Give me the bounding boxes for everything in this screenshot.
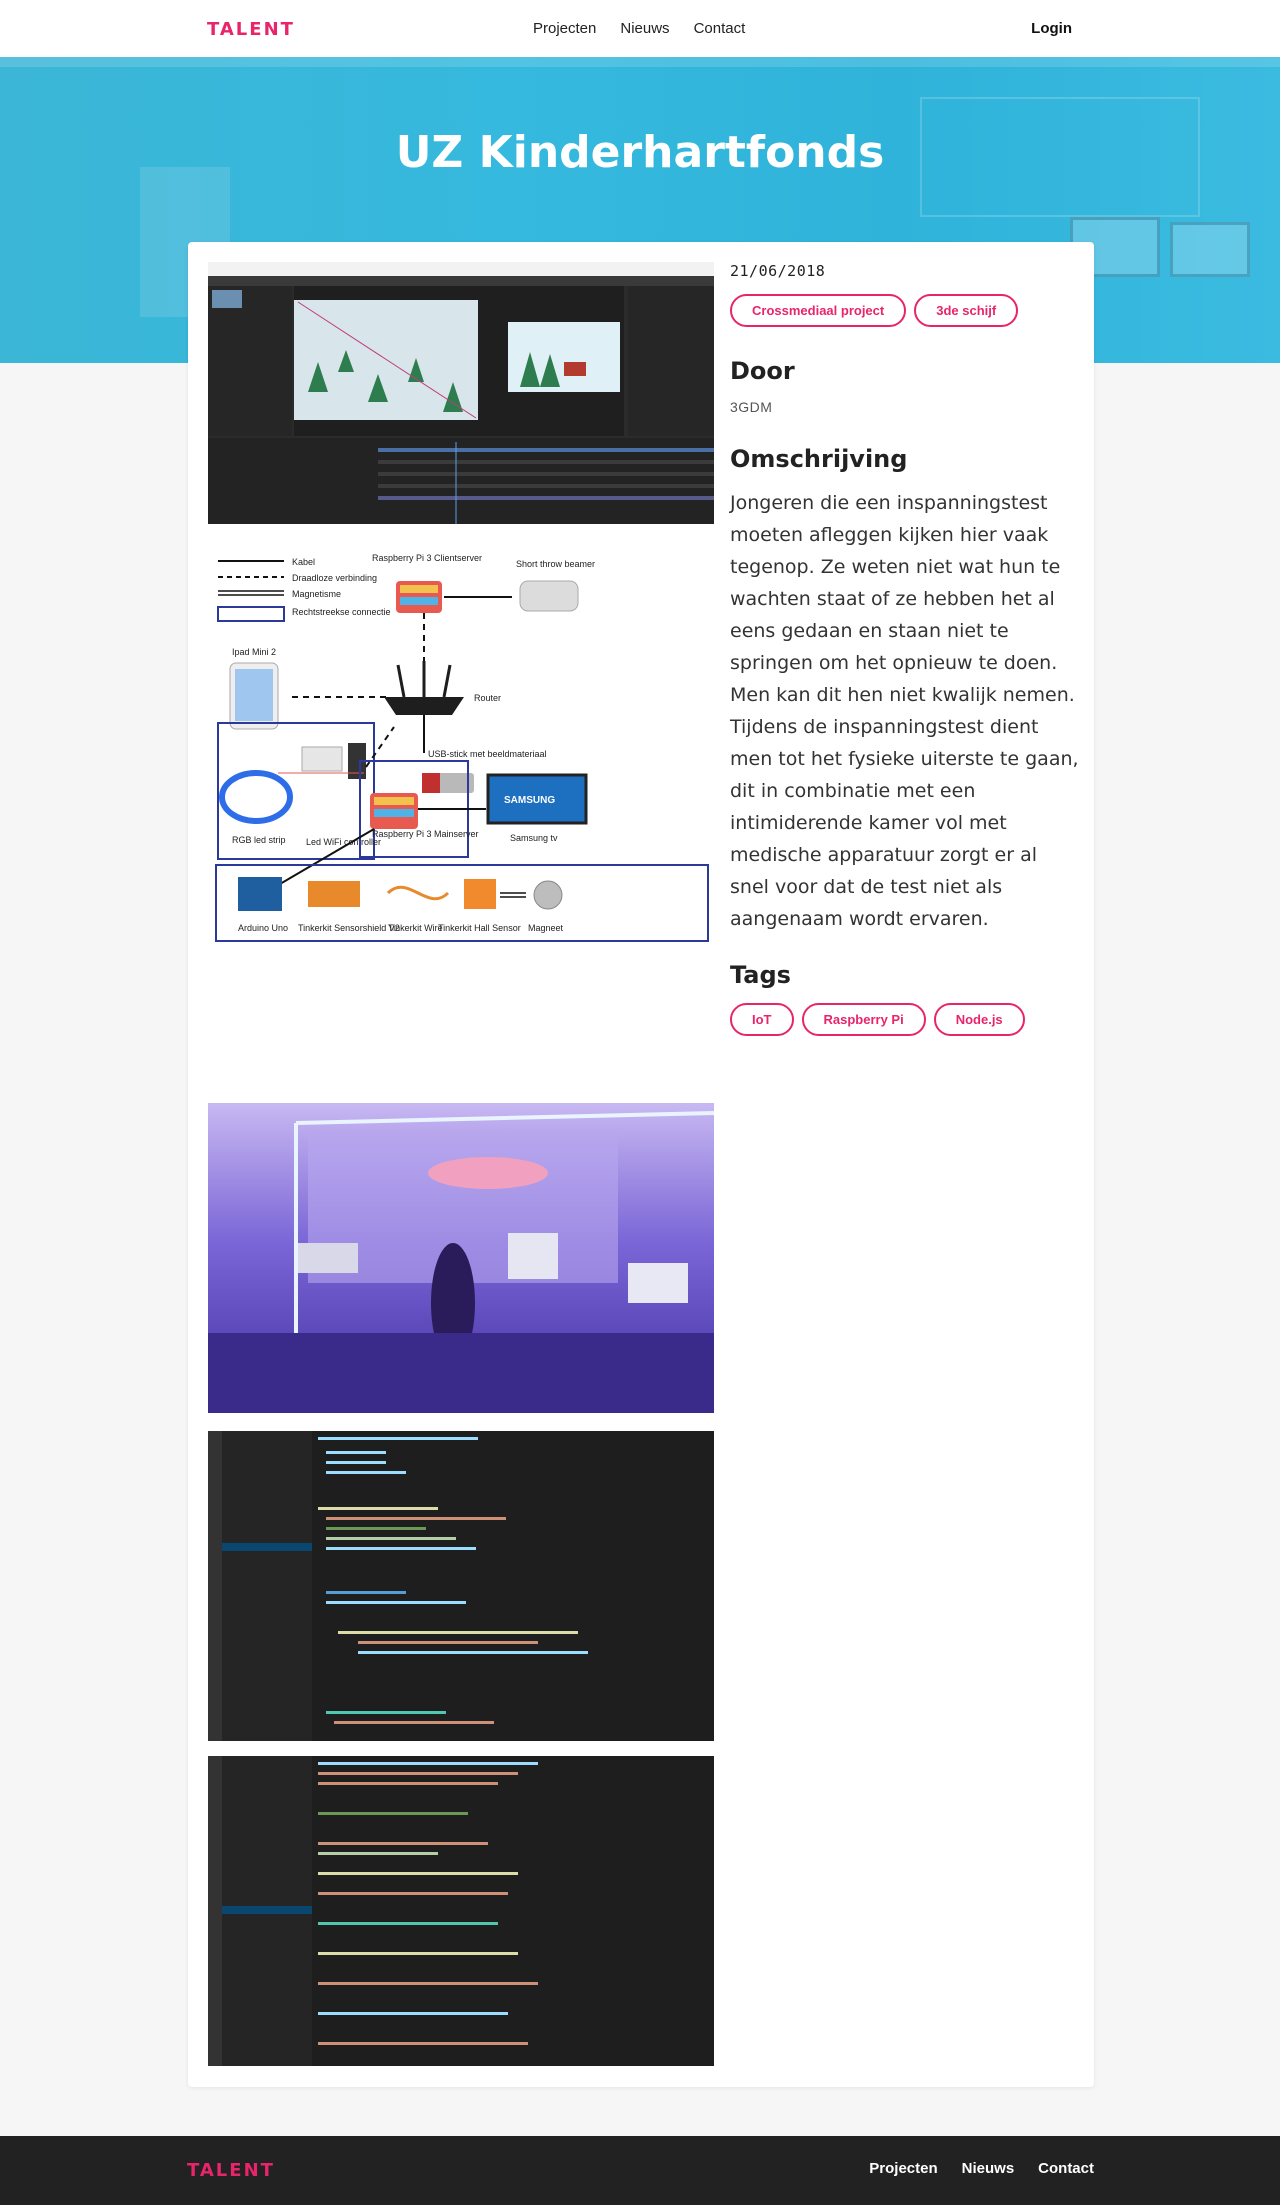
label-router: Router xyxy=(474,693,501,703)
by-heading: Door xyxy=(730,357,795,385)
login-link[interactable]: Login xyxy=(1031,20,1072,37)
label-sensorshield: Tinkerkit Sensorshield V2 xyxy=(298,923,400,933)
footer-link-contact[interactable]: Contact xyxy=(1038,2160,1094,2177)
footer: TALENT Projecten Nieuws Contact xyxy=(0,2136,1280,2205)
label-wire: Tinkerkit Wire xyxy=(388,923,443,933)
tv-brand-text: SAMSUNG xyxy=(504,795,555,806)
screenshot-code-editor-2[interactable] xyxy=(208,1756,714,2066)
screenshot-code-editor-1[interactable] xyxy=(208,1431,714,1741)
label-usb: USB-stick met beeldmateriaal xyxy=(428,749,547,759)
logo[interactable]: TALENT xyxy=(207,19,295,40)
hero-bg-shape xyxy=(0,57,1280,67)
photo-test-room[interactable] xyxy=(208,1103,714,1413)
tag-list: IoT Raspberry Pi Node.js xyxy=(730,1003,1080,1036)
wire-icon xyxy=(386,885,450,901)
label-magnet: Magneet xyxy=(528,923,564,933)
project-date: 21/06/2018 xyxy=(730,262,826,280)
legend-magnetisme: Magnetisme xyxy=(292,589,341,599)
tags-heading: Tags xyxy=(730,961,791,989)
beamer-icon xyxy=(519,580,579,612)
category-list: Crossmediaal project 3de schijf xyxy=(730,294,1080,327)
label-led-controller: Led WiFi controller xyxy=(306,837,381,847)
footer-link-projecten[interactable]: Projecten xyxy=(869,2160,937,2177)
sensorshield-icon xyxy=(308,881,360,907)
label-rpi-main: Raspberry Pi 3 Mainserver xyxy=(372,829,479,839)
main-nav: Projecten Nieuws Contact xyxy=(533,20,769,37)
footer-nav: Projecten Nieuws Contact xyxy=(845,2160,1094,2177)
tag-nodejs[interactable]: Node.js xyxy=(933,1003,1025,1036)
arduino-icon xyxy=(238,877,282,911)
project-info: 21/06/2018 Crossmediaal project 3de schij… xyxy=(730,262,1080,1036)
label-ipad: Ipad Mini 2 xyxy=(232,647,276,657)
page-title: UZ Kinderhartfonds xyxy=(395,127,885,178)
router-icon xyxy=(384,697,464,715)
nav-link-contact[interactable]: Contact xyxy=(694,20,746,37)
nav-link-nieuws[interactable]: Nieuws xyxy=(620,20,669,37)
label-rgb-led-strip: RGB led strip xyxy=(232,835,286,845)
category-crossmediaal[interactable]: Crossmediaal project xyxy=(730,294,907,327)
legend-rechtstreeks: Rechtstreekse connectie xyxy=(292,607,391,617)
project-card: Kabel Draadloze verbinding Magnetisme Re… xyxy=(188,242,1094,2087)
label-arduino: Arduino Uno xyxy=(238,923,288,933)
projected-planet xyxy=(428,1157,548,1189)
tag-raspberry-pi[interactable]: Raspberry Pi xyxy=(801,1003,926,1036)
footer-link-nieuws[interactable]: Nieuws xyxy=(962,2160,1015,2177)
footer-logo[interactable]: TALENT xyxy=(187,2160,275,2181)
hall-sensor-icon xyxy=(464,879,496,909)
label-hall-sensor: Tinkerkit Hall Sensor xyxy=(438,923,521,933)
project-description: Jongeren die een inspanningstest moeten … xyxy=(730,492,1079,930)
screenshot-after-effects[interactable] xyxy=(208,262,714,524)
nav-link-projecten[interactable]: Projecten xyxy=(533,20,596,37)
legend-kabel: Kabel xyxy=(292,557,315,567)
legend-draadloos: Draadloze verbinding xyxy=(292,573,377,583)
label-rpi-client: Raspberry Pi 3 Clientserver xyxy=(372,553,482,563)
label-tv: Samsung tv xyxy=(510,833,558,843)
tag-iot[interactable]: IoT xyxy=(730,1003,794,1036)
category-3de-schijf[interactable]: 3de schijf xyxy=(914,294,1019,327)
project-author: 3GDM xyxy=(730,399,773,415)
magnet-icon xyxy=(533,880,563,910)
led-controller-icon xyxy=(301,746,343,772)
description-heading: Omschrijving xyxy=(730,445,908,473)
legend-direct-box xyxy=(217,606,285,622)
top-navbar: TALENT Projecten Nieuws Contact Login xyxy=(0,0,1280,57)
hero-bg-monitor xyxy=(1170,222,1250,277)
rgb-led-strip-icon xyxy=(219,770,293,824)
label-beamer: Short throw beamer xyxy=(516,559,595,569)
